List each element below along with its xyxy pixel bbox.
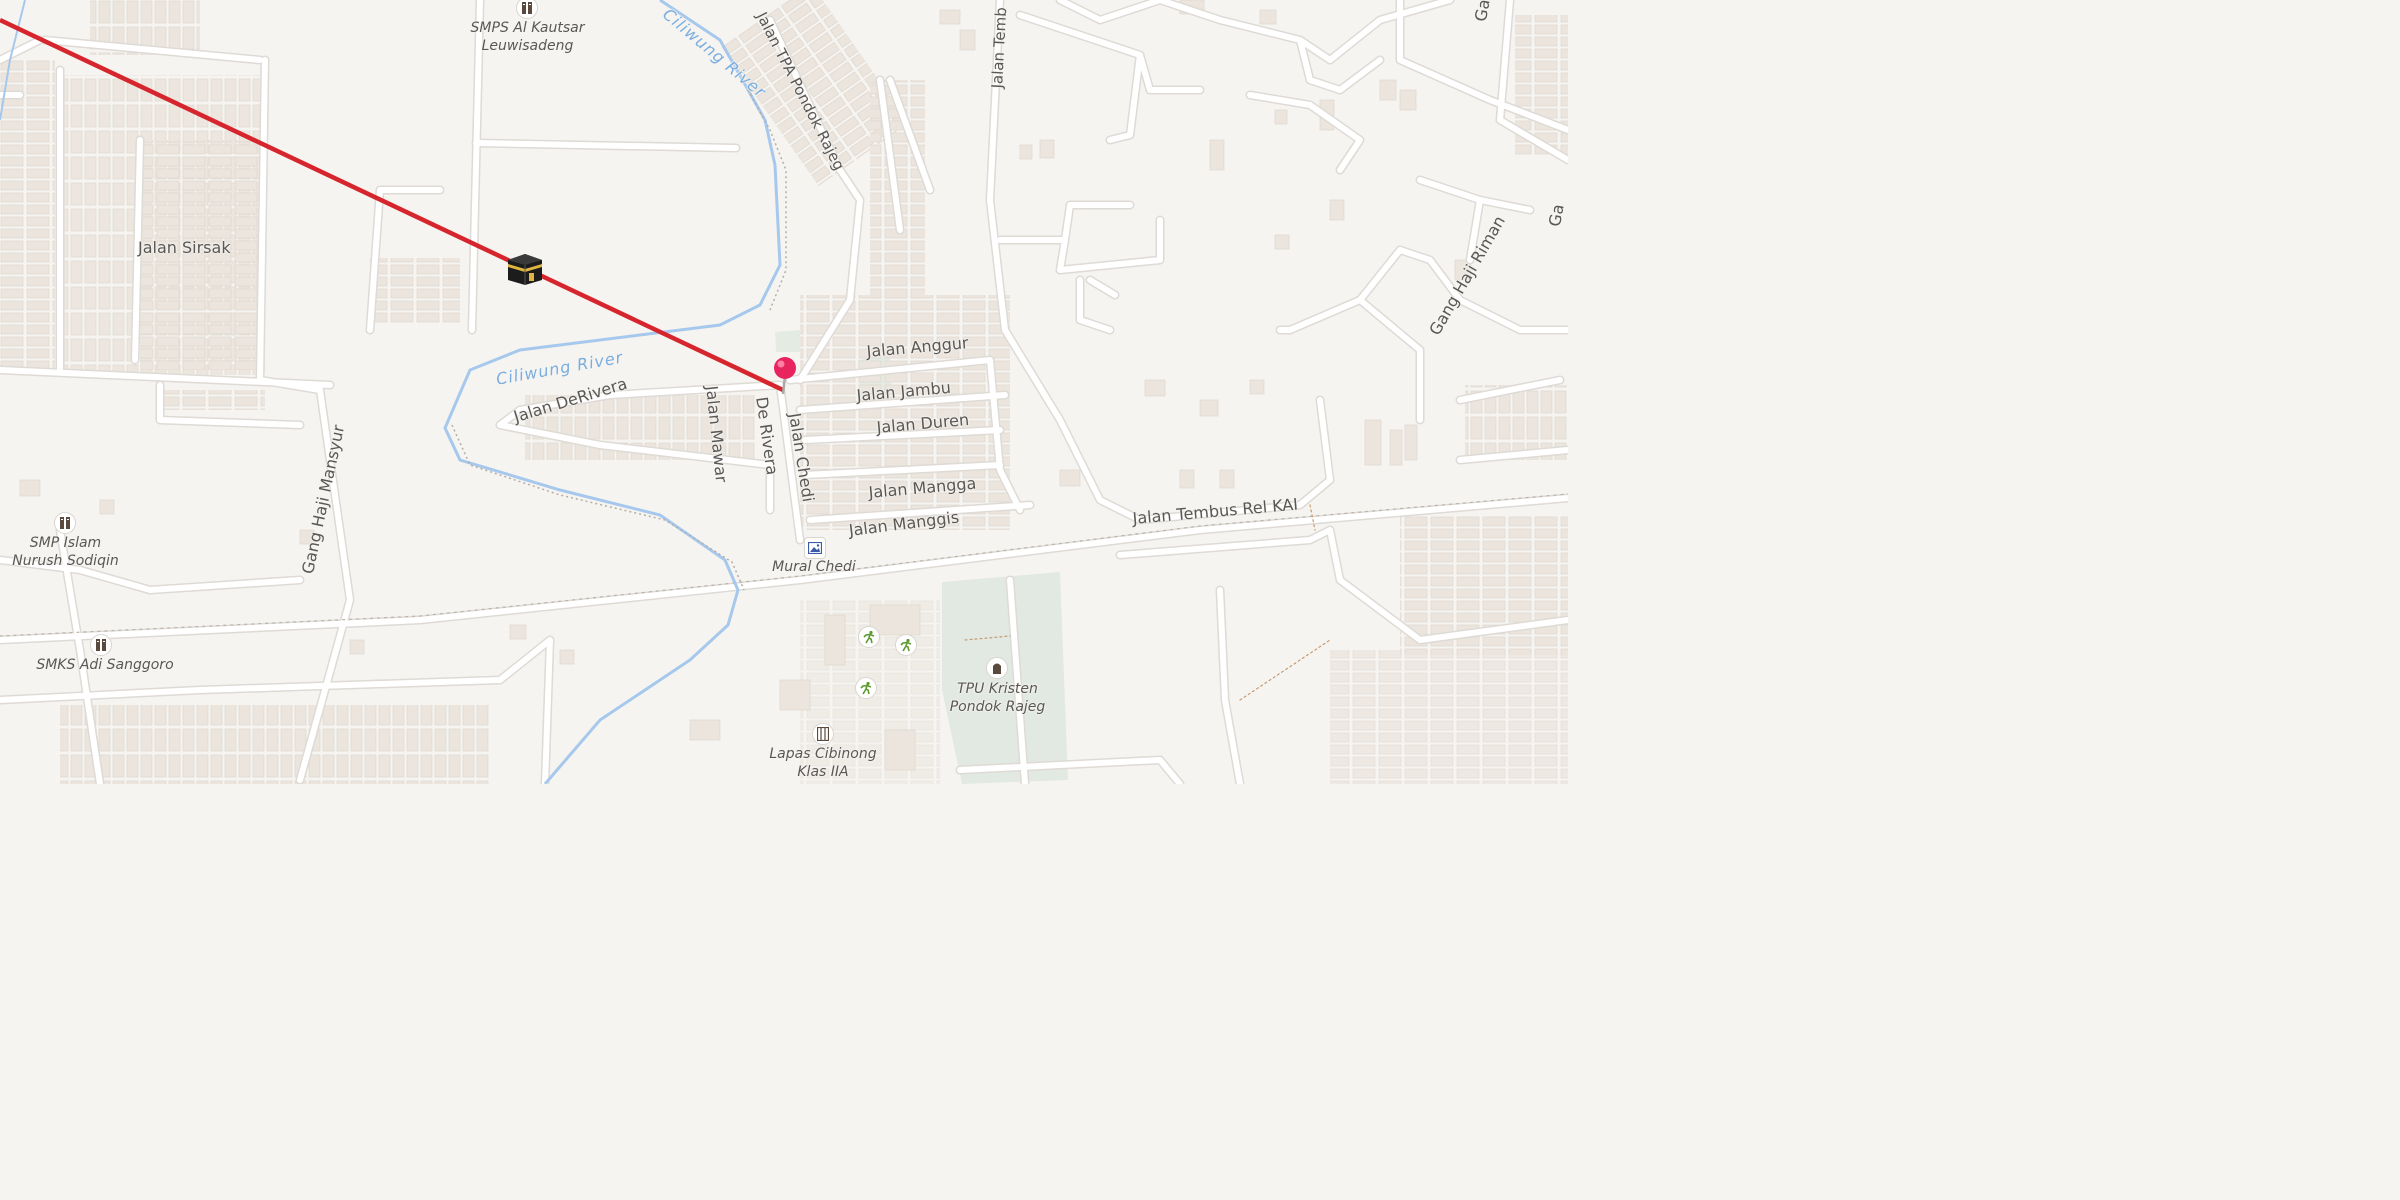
school-icon[interactable] (54, 512, 76, 534)
prison-icon[interactable] (812, 723, 834, 745)
poi-label-smps-al-kautsar[interactable]: SMPS Al Kautsar Leuwisadeng (470, 19, 585, 55)
grave-icon[interactable] (986, 657, 1008, 679)
kaaba-icon[interactable] (507, 252, 543, 286)
location-pin-icon[interactable] (772, 356, 798, 396)
poi-label-mural-chedi[interactable]: Mural Chedi (764, 558, 864, 576)
school-icon[interactable] (90, 634, 112, 656)
map-view[interactable]: SMPS Al Kautsar Leuwisadeng SMP Islam Nu… (0, 0, 1568, 784)
running-icon[interactable] (855, 677, 877, 699)
poi-label-tpu-kristen[interactable]: TPU Kristen Pondok Rajeg (945, 680, 1050, 716)
art-gallery-icon[interactable] (804, 537, 826, 559)
street-label-jalan-temb: Jalan Temb (988, 6, 1011, 89)
poi-label-smks-adi-sanggoro[interactable]: SMKS Adi Sanggoro (30, 656, 180, 674)
poi-label-smp-islam[interactable]: SMP Islam Nurush Sodiqin (8, 534, 123, 570)
running-icon[interactable] (895, 634, 917, 656)
running-icon[interactable] (858, 626, 880, 648)
poi-label-lapas-cibinong[interactable]: Lapas Cibinong Klas IIA (768, 745, 878, 781)
street-label-top-right-fragment: Ga (1471, 0, 1494, 23)
street-label-right-edge-fragment: Ga (1545, 202, 1568, 228)
street-label-jalan-sirsak: Jalan Sirsak (138, 238, 231, 257)
